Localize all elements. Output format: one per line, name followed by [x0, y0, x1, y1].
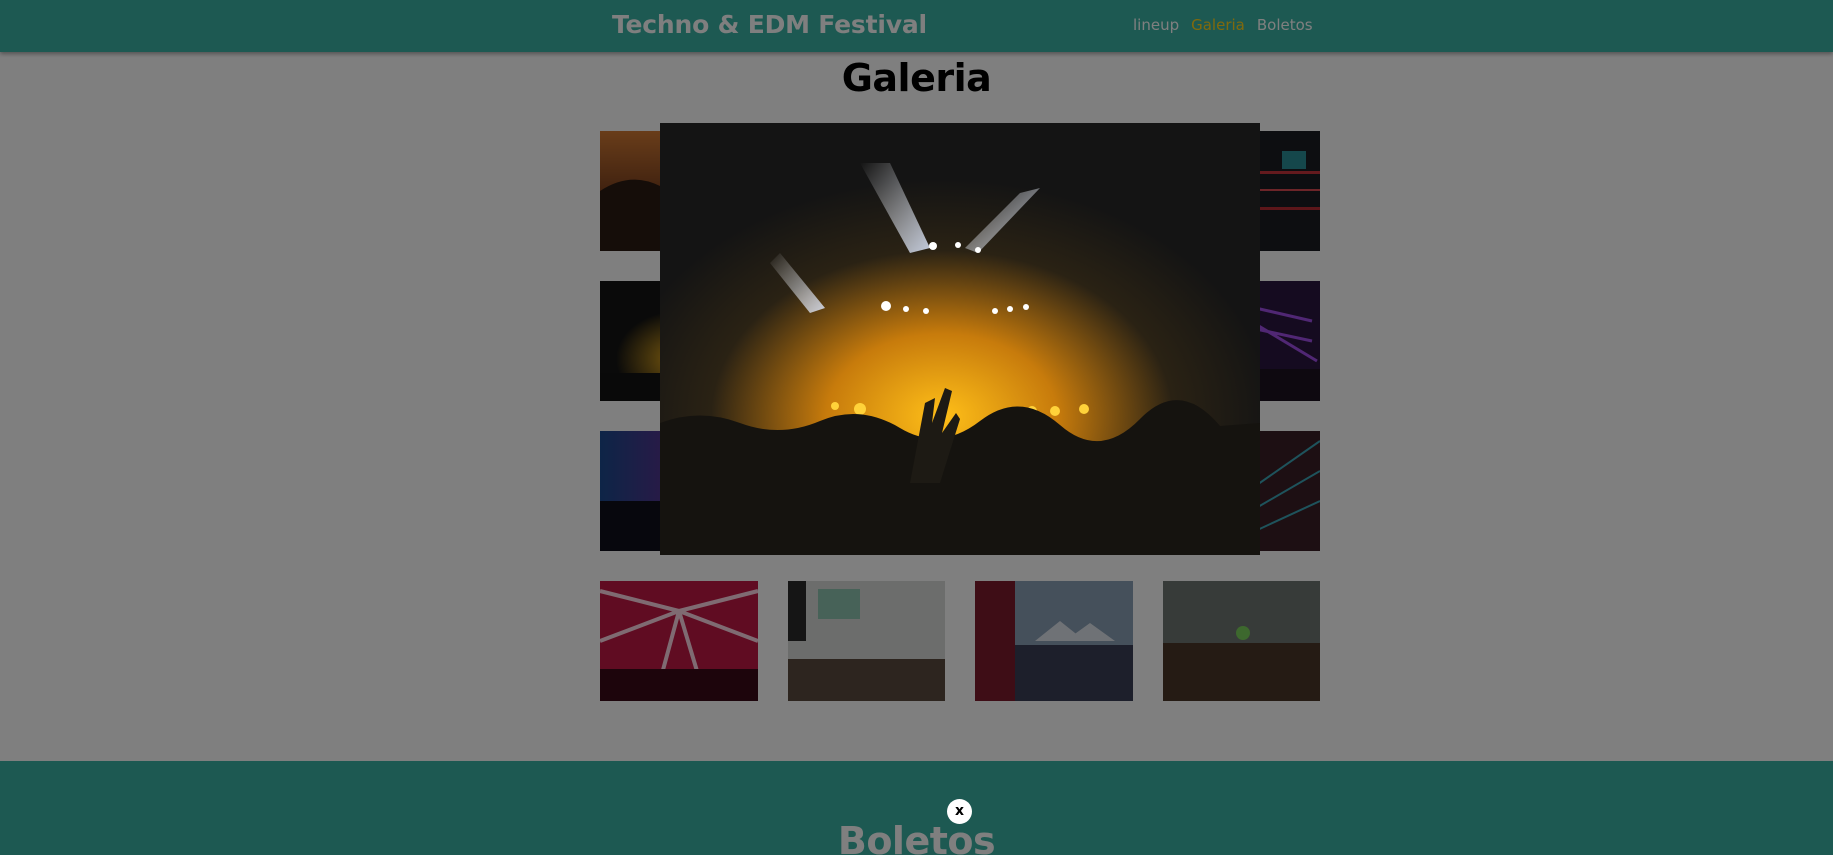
modal-image: [660, 123, 1260, 555]
close-button[interactable]: x: [947, 799, 972, 824]
